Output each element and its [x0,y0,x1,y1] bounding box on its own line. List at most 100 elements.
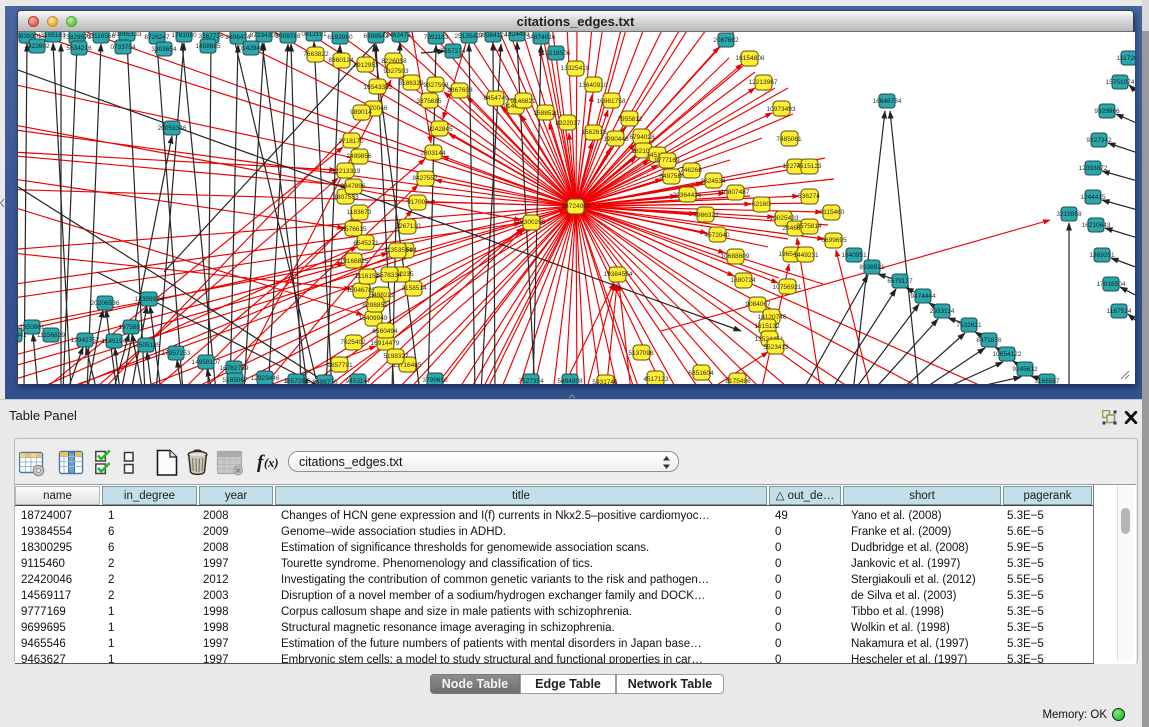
svg-text:9453147: 9453147 [345,378,371,384]
svg-text:9327503: 9327503 [383,68,409,75]
svg-text:4517123: 4517123 [643,376,669,383]
svg-text:13325419: 13325419 [561,65,590,72]
svg-text:2803144: 2803144 [420,150,446,157]
svg-text:12213967: 12213967 [749,79,778,86]
svg-text:3215958: 3215958 [1056,211,1082,218]
svg-text:2087682: 2087682 [713,37,739,44]
svg-text:5198327: 5198327 [383,353,409,360]
svg-text:19218506: 19218506 [542,50,571,57]
svg-text:1117207: 1117207 [1117,55,1135,62]
svg-text:3915341: 3915341 [18,332,27,339]
svg-text:5634216: 5634216 [66,45,92,52]
svg-text:9575814: 9575814 [796,223,822,230]
svg-text:989014: 989014 [350,109,372,116]
svg-text:6851604: 6851604 [688,370,714,377]
svg-text:5494808: 5494808 [557,378,583,384]
svg-text:2933114: 2933114 [930,308,955,315]
svg-text:5931746: 5931746 [592,379,618,384]
svg-text:7485061: 7485061 [776,136,802,143]
svg-text:12093872: 12093872 [1079,165,1108,172]
svg-text:17016504: 17016504 [1097,281,1126,288]
svg-text:7515123: 7515123 [796,163,822,170]
svg-text:746266: 746266 [680,167,702,174]
svg-text:1990448: 1990448 [603,136,629,143]
svg-text:1449231: 1449231 [793,252,819,259]
svg-text:1640951: 1640951 [841,252,867,259]
svg-text:1975887: 1975887 [118,324,144,331]
svg-text:6497568: 6497568 [659,173,685,180]
svg-text:18724007: 18724007 [562,203,591,210]
svg-text:9084067: 9084067 [745,301,771,308]
svg-text:9245612: 9245612 [1012,366,1038,373]
svg-text:9857791: 9857791 [327,362,353,369]
svg-text:0733754: 0733754 [110,44,136,51]
svg-text:16543382: 16543382 [364,84,393,91]
svg-text:1615132: 1615132 [754,323,780,330]
svg-text:536274: 536274 [798,193,820,200]
svg-text:7632621: 7632621 [956,322,982,329]
svg-text:3158514: 3158514 [401,285,427,292]
svg-text:12505135: 12505135 [132,342,161,349]
svg-text:7986322: 7986322 [693,212,719,219]
svg-text:6576615: 6576615 [341,226,367,233]
svg-text:12923446: 12923446 [251,375,280,382]
svg-text:20053346: 20053346 [158,125,187,132]
svg-text:7663822: 7663822 [303,51,329,58]
svg-text:8322037: 8322037 [555,120,581,127]
svg-text:9115460: 9115460 [820,209,845,216]
svg-text:10654122: 10654122 [993,351,1022,358]
svg-text:1880724: 1880724 [730,277,756,284]
svg-text:20364436: 20364436 [673,192,702,199]
svg-text:9474444: 9474444 [910,293,936,300]
svg-text:5523413: 5523413 [763,344,789,351]
svg-text:5009788: 5009788 [275,33,301,40]
svg-text:8098851: 8098851 [362,302,388,309]
svg-text:5185067: 5185067 [222,377,248,384]
svg-text:2499856: 2499856 [346,153,372,160]
svg-text:8498776: 8498776 [312,379,338,384]
svg-text:7991183: 7991183 [424,34,449,41]
svg-text:10688609: 10688609 [721,253,750,260]
svg-text:8726247: 8726247 [144,34,170,41]
svg-text:3875685: 3875685 [416,98,442,105]
svg-text:6794028: 6794028 [629,134,655,141]
svg-text:10756921: 10756921 [773,284,802,291]
svg-text:9777169: 9777169 [654,157,680,164]
svg-text:9146821: 9146821 [510,98,536,105]
svg-text:12213319: 12213319 [332,168,361,175]
svg-text:1145194: 1145194 [102,338,127,345]
svg-text:8960124: 8960124 [328,57,354,64]
svg-text:16648784: 16648784 [873,98,902,105]
svg-text:3799650: 3799650 [422,377,448,384]
svg-text:12942757: 12942757 [71,337,100,344]
svg-text:1588520: 1588520 [533,110,559,117]
svg-text:2606474: 2606474 [225,34,251,41]
svg-text:7527354: 7527354 [518,378,544,384]
svg-text:9327508: 9327508 [423,82,449,89]
svg-text:1657262: 1657262 [283,378,309,384]
svg-text:1807553: 1807553 [333,194,359,201]
svg-text:0812191: 0812191 [301,32,327,38]
svg-text:7955812: 7955812 [617,116,643,123]
svg-text:11156829: 11156829 [37,332,65,339]
svg-text:16782759: 16782759 [220,365,249,372]
svg-text:34874016: 34874016 [527,34,556,41]
svg-text:1369291: 1369291 [1089,252,1115,259]
svg-text:4572040: 4572040 [704,232,730,239]
svg-text:6560494: 6560494 [372,328,398,335]
svg-text:3624534: 3624534 [700,178,726,185]
svg-text:6699695: 6699695 [821,237,847,244]
svg-text:17957253: 17957253 [162,350,191,357]
svg-text:3303654: 3303654 [151,46,177,53]
svg-text:8427552: 8427552 [412,175,438,182]
svg-text:8578334: 8578334 [376,272,402,279]
svg-text:9329966: 9329966 [1094,108,1120,115]
svg-text:3267130: 3267130 [395,223,421,230]
svg-text:01065133: 01065133 [113,32,142,38]
svg-text:3166587: 3166587 [1034,378,1060,384]
svg-text:62160: 62160 [752,201,770,208]
svg-text:17359924: 17359924 [135,296,164,303]
svg-text:0142940: 0142940 [238,45,264,52]
svg-text:(x): (x) [264,456,279,470]
svg-text:10807487: 10807487 [721,189,750,196]
